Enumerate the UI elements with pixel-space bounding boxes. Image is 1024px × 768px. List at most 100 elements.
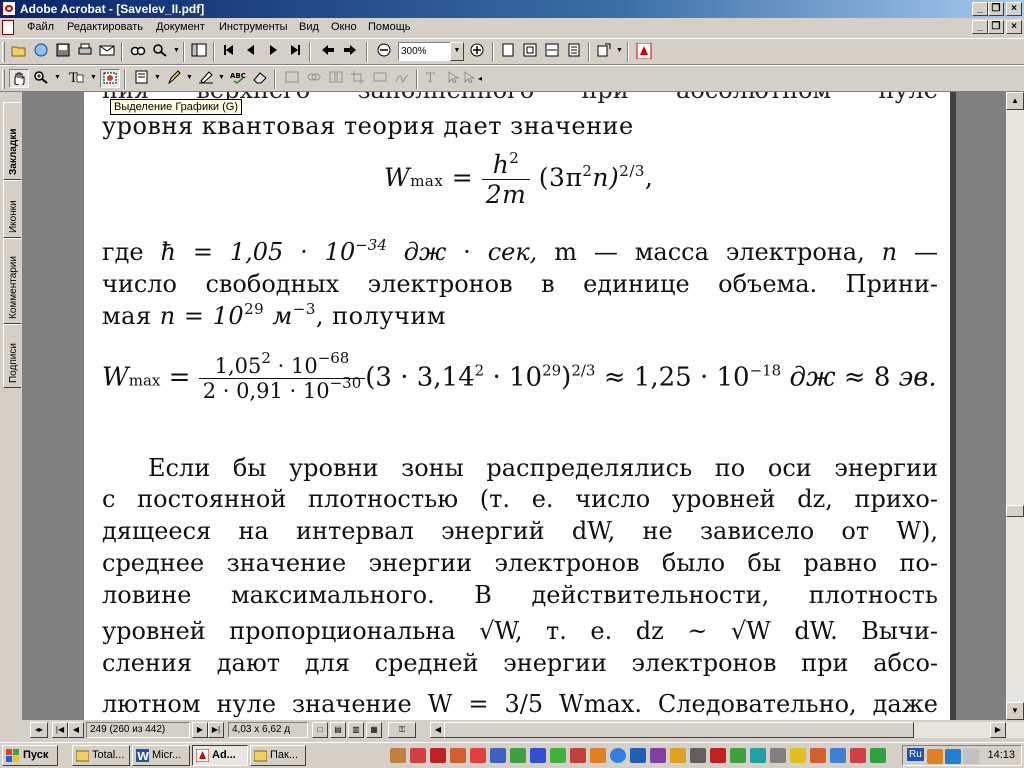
- zoom-tool-icon[interactable]: [31, 69, 51, 88]
- tab-comments[interactable]: Комментарии: [3, 238, 21, 324]
- quicklaunch-icon-15[interactable]: [670, 748, 686, 763]
- quicklaunch-icon-4[interactable]: [450, 748, 466, 763]
- tab-signatures[interactable]: Подписи: [3, 324, 21, 388]
- show-hide-nav-icon[interactable]: [189, 42, 209, 61]
- quicklaunch-icon-17[interactable]: [710, 748, 726, 763]
- toolbar-overflow-icon[interactable]: ◂: [478, 74, 482, 83]
- spell-check-icon[interactable]: ABC: [228, 69, 248, 88]
- menu-view[interactable]: Вид: [299, 21, 319, 33]
- next-page-icon[interactable]: [263, 42, 283, 61]
- quicklaunch-icon-11[interactable]: [590, 748, 606, 763]
- find-icon[interactable]: [128, 42, 148, 61]
- quicklaunch-icon-18[interactable]: [730, 748, 746, 763]
- tray-icon-2[interactable]: [945, 749, 961, 764]
- crop-tool-icon[interactable]: [348, 69, 368, 88]
- fit-width-icon[interactable]: [542, 42, 562, 61]
- menu-file[interactable]: Файл: [27, 21, 54, 33]
- digital-signature-icon[interactable]: [392, 69, 412, 88]
- text-select-tool-icon[interactable]: T: [66, 69, 86, 88]
- actual-size-icon[interactable]: [498, 42, 518, 61]
- quicklaunch-icon-19[interactable]: [750, 748, 766, 763]
- pdf-page[interactable]: ния верхнего заполненного при абсолютном…: [84, 92, 950, 720]
- rotate-dropdown-icon[interactable]: ▼: [616, 47, 623, 54]
- prev-page-status-icon[interactable]: ◀: [68, 722, 84, 738]
- quicklaunch-icon-22[interactable]: [810, 748, 826, 763]
- save-icon[interactable]: [53, 42, 73, 61]
- zoom-tool-dropdown-icon[interactable]: ▼: [54, 74, 61, 81]
- quicklaunch-icon-25[interactable]: [870, 748, 886, 763]
- quicklaunch-icon-24[interactable]: [850, 748, 866, 763]
- adobe-logo-icon[interactable]: [634, 42, 654, 61]
- form-tool-icon[interactable]: [282, 69, 302, 88]
- start-button[interactable]: Пуск: [2, 745, 58, 766]
- quicklaunch-icon-7[interactable]: [510, 748, 526, 763]
- touchup-order-icon[interactable]: [460, 69, 480, 88]
- quicklaunch-icon-9[interactable]: [550, 748, 566, 763]
- email-icon[interactable]: [97, 42, 117, 61]
- vertical-scrollbar[interactable]: ▲ ▼: [1006, 92, 1024, 720]
- search-dropdown-icon[interactable]: ▼: [173, 47, 180, 54]
- quicklaunch-icon-10[interactable]: [570, 748, 586, 763]
- quicklaunch-icon-23[interactable]: [830, 748, 846, 763]
- doc-restore-button[interactable]: ❐: [988, 20, 1004, 34]
- first-page-icon[interactable]: [219, 42, 239, 61]
- pencil-dropdown-icon[interactable]: ▼: [186, 74, 193, 81]
- note-dropdown-icon[interactable]: ▼: [154, 74, 161, 81]
- language-indicator[interactable]: Ru: [907, 748, 924, 761]
- task-total-commander[interactable]: Total...: [72, 745, 130, 766]
- page-number-field[interactable]: 249 (260 из 442): [86, 722, 190, 738]
- article-tool-icon[interactable]: [326, 69, 346, 88]
- last-page-status-icon[interactable]: ▶|: [208, 722, 224, 738]
- task-adobe-acrobat[interactable]: Ad...: [192, 745, 248, 766]
- task-folder[interactable]: Пак...: [250, 745, 306, 766]
- zoom-input[interactable]: 300%: [398, 42, 452, 61]
- quicklaunch-icon-16[interactable]: [690, 748, 706, 763]
- open-icon[interactable]: [9, 42, 29, 61]
- quicklaunch-icon-3[interactable]: [430, 748, 446, 763]
- scroll-right-icon[interactable]: ▶: [990, 722, 1006, 738]
- movie-tool-icon[interactable]: [370, 69, 390, 88]
- previous-page-icon[interactable]: [241, 42, 261, 61]
- close-button[interactable]: ×: [1006, 2, 1022, 16]
- pencil-tool-icon[interactable]: [164, 69, 184, 88]
- horizontal-scroll-thumb[interactable]: [444, 722, 914, 738]
- last-page-icon[interactable]: [285, 42, 305, 61]
- toolbar-grip[interactable]: [2, 69, 5, 89]
- text-select-dropdown-icon[interactable]: ▼: [90, 74, 97, 81]
- next-page-status-icon[interactable]: ▶: [192, 722, 208, 738]
- menu-document[interactable]: Документ: [156, 21, 205, 33]
- document-view[interactable]: ния верхнего заполненного при абсолютном…: [84, 92, 1006, 720]
- layout-icon[interactable]: ▦: [366, 722, 382, 738]
- quicklaunch-icon-1[interactable]: [390, 748, 406, 763]
- go-back-icon[interactable]: [318, 42, 338, 61]
- maximize-button[interactable]: ❐: [988, 2, 1004, 16]
- quicklaunch-icon-12[interactable]: [610, 748, 626, 763]
- zoom-out-icon[interactable]: [374, 42, 394, 61]
- scroll-up-icon[interactable]: ▲: [1006, 92, 1024, 110]
- toolbar-grip[interactable]: [2, 42, 5, 62]
- quicklaunch-icon-5[interactable]: [470, 748, 486, 763]
- task-microsoft-word[interactable]: W Micr...: [132, 745, 190, 766]
- go-forward-icon[interactable]: [340, 42, 360, 61]
- continuous-icon[interactable]: ▤: [330, 722, 346, 738]
- tab-thumbnails[interactable]: Иконки: [3, 180, 21, 238]
- fit-page-icon[interactable]: [520, 42, 540, 61]
- search-icon[interactable]: [150, 42, 170, 61]
- key-icon[interactable]: ⚿: [388, 722, 416, 738]
- tray-icon-1[interactable]: [927, 749, 943, 764]
- quicklaunch-icon-21[interactable]: [790, 748, 806, 763]
- quicklaunch-icon-2[interactable]: [410, 748, 426, 763]
- doc-minimize-button[interactable]: _: [972, 20, 988, 34]
- volume-icon[interactable]: [963, 749, 979, 764]
- clock[interactable]: 14:13: [987, 749, 1015, 761]
- highlight-dropdown-icon[interactable]: ▼: [218, 74, 225, 81]
- menu-edit[interactable]: Редактировать: [67, 21, 143, 33]
- web-capture-icon[interactable]: [31, 42, 51, 61]
- zoom-in-icon[interactable]: [467, 42, 487, 61]
- quicklaunch-icon-8[interactable]: [530, 748, 546, 763]
- single-page-icon[interactable]: □: [312, 722, 328, 738]
- zoom-dropdown-icon[interactable]: ▼: [450, 42, 464, 61]
- minimize-button[interactable]: _: [972, 2, 988, 16]
- document-icon[interactable]: [2, 20, 14, 35]
- hand-tool-icon[interactable]: [9, 69, 29, 88]
